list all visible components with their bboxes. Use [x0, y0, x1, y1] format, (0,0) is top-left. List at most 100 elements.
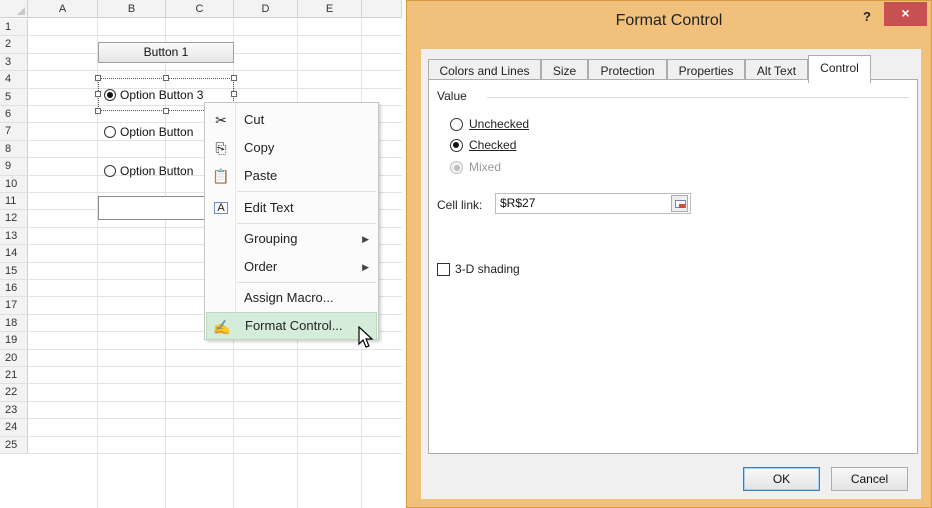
tab-control[interactable]: Control [808, 55, 871, 83]
gridline [28, 35, 402, 37]
menu-separator [237, 191, 376, 192]
row-header[interactable]: 14 [0, 245, 28, 263]
radio-disabled-icon [450, 161, 463, 174]
option-label: Option Button 3 [120, 88, 204, 102]
row-header[interactable]: 10 [0, 175, 28, 193]
row-header[interactable]: 21 [0, 367, 28, 385]
copy-icon: ⎘ [215, 140, 227, 156]
format-control-dialog: Format Control ? × Colors and Lines Size… [406, 0, 932, 508]
radio-label: Checked [469, 138, 517, 152]
row-header[interactable]: 15 [0, 262, 28, 280]
radio-label: Mixed [469, 160, 502, 174]
menu-item-grouping[interactable]: Grouping ▶ [206, 225, 377, 253]
resize-handle[interactable] [95, 108, 101, 114]
menu-separator [237, 282, 376, 283]
submenu-arrow-icon: ▶ [362, 262, 369, 272]
row-header[interactable]: 18 [0, 314, 28, 333]
menu-item-order[interactable]: Order ▶ [206, 253, 377, 281]
control-tab-panel: Value Unchecked Checked Mixed Cell link:… [428, 79, 918, 454]
scissors-icon: ✂ [215, 112, 227, 128]
menu-separator [237, 223, 376, 224]
column-header[interactable]: E [298, 0, 362, 18]
form-button-1[interactable]: Button 1 [98, 42, 234, 63]
row-header[interactable]: 17 [0, 297, 28, 315]
column-header[interactable]: A [28, 0, 98, 18]
menu-item-format-control[interactable]: ✍ Format Control... [206, 312, 377, 340]
menu-item-label: Paste [244, 168, 278, 183]
column-header[interactable]: D [234, 0, 298, 18]
value-group-label: Value [437, 89, 473, 103]
row-header[interactable]: 20 [0, 349, 28, 367]
row-header[interactable]: 6 [0, 106, 28, 124]
dialog-title: Format Control [615, 12, 723, 29]
radio-empty-icon [104, 126, 116, 138]
resize-handle[interactable] [163, 108, 169, 114]
select-all-corner[interactable] [0, 0, 28, 18]
resize-handle[interactable] [163, 75, 169, 81]
row-header[interactable]: 22 [0, 384, 28, 402]
cell-link-field[interactable]: $R$27 [495, 193, 691, 214]
menu-item-edit-text[interactable]: A Edit Text [206, 194, 377, 222]
row-header[interactable]: 8 [0, 140, 28, 159]
radio-empty-icon [450, 118, 463, 131]
menu-item-label: Order [244, 259, 278, 274]
column-header[interactable]: B [98, 0, 166, 18]
resize-handle[interactable] [95, 91, 101, 97]
row-header[interactable]: 11 [0, 193, 28, 211]
gridline [28, 435, 402, 437]
column-header[interactable]: C [166, 0, 234, 18]
row-header[interactable]: 24 [0, 419, 28, 437]
row-header[interactable]: 23 [0, 401, 28, 420]
gridline [28, 366, 402, 367]
row-header[interactable]: 4 [0, 71, 28, 89]
group-divider [487, 97, 909, 98]
option-label: Option Button [120, 164, 194, 178]
cancel-button[interactable]: Cancel [831, 467, 908, 491]
menu-item-assign-macro[interactable]: Assign Macro... [206, 284, 377, 312]
radio-mixed: Mixed [450, 158, 501, 176]
mouse-pointer-icon [358, 326, 374, 348]
help-icon[interactable]: ? [857, 7, 877, 27]
menu-item-label: Edit Text [244, 200, 294, 215]
gridline [28, 70, 402, 72]
resize-handle[interactable] [231, 75, 237, 81]
radio-unchecked[interactable]: Unchecked [450, 115, 529, 133]
radio-empty-icon [104, 165, 116, 177]
row-header[interactable]: 25 [0, 436, 28, 454]
resize-handle[interactable] [231, 91, 237, 97]
edit-text-icon: A [214, 202, 228, 214]
menu-item-label: Assign Macro... [244, 290, 334, 305]
row-header[interactable]: 9 [0, 158, 28, 176]
row-header[interactable]: 3 [0, 53, 28, 72]
menu-item-copy[interactable]: ⎘ Copy [206, 134, 377, 162]
option-button[interactable]: Option Button [104, 162, 193, 180]
resize-handle[interactable] [95, 75, 101, 81]
gridline [28, 418, 402, 420]
format-control-icon: ✍ [213, 319, 231, 335]
collapse-dialog-icon[interactable] [671, 195, 688, 212]
3d-shading-checkbox[interactable]: 3-D shading [437, 260, 520, 278]
checkbox-empty-icon [437, 263, 450, 276]
option-button-3[interactable]: Option Button 3 [104, 86, 203, 104]
row-header[interactable]: 7 [0, 123, 28, 141]
row-header[interactable]: 12 [0, 210, 28, 228]
radio-checked[interactable]: Checked [450, 136, 516, 154]
row-header[interactable]: 13 [0, 227, 28, 246]
form-control-box[interactable] [98, 196, 208, 220]
menu-item-cut[interactable]: ✂ Cut [206, 106, 377, 134]
cell-link-value: $R$27 [500, 196, 536, 210]
row-header[interactable]: 1 [0, 19, 28, 37]
column-header[interactable] [362, 0, 402, 18]
row-header[interactable]: 2 [0, 36, 28, 54]
ok-button[interactable]: OK [743, 467, 820, 491]
close-button[interactable]: × [884, 2, 927, 26]
option-button[interactable]: Option Button [104, 123, 193, 141]
option-label: Option Button [120, 125, 194, 139]
gridline [28, 453, 402, 454]
row-header[interactable]: 19 [0, 332, 28, 350]
row-header[interactable]: 5 [0, 88, 28, 106]
row-header[interactable]: 16 [0, 280, 28, 298]
menu-item-paste[interactable]: 📋 Paste [206, 162, 377, 190]
submenu-arrow-icon: ▶ [362, 234, 369, 244]
gridline [28, 400, 402, 402]
